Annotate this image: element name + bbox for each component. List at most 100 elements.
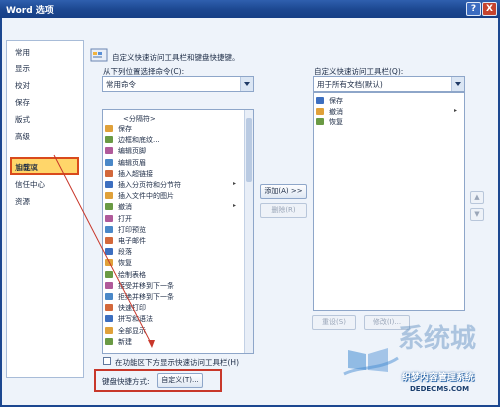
list-item-label: 快速打印 <box>118 304 146 313</box>
list-item[interactable]: 全部显示 <box>103 326 241 335</box>
list-item-separator[interactable]: <分隔符> <box>123 114 156 124</box>
list-item[interactable]: 接受并移到下一条 <box>103 281 241 290</box>
list-item-label: 边框和底纹... <box>118 136 160 145</box>
list-item[interactable]: 恢复 <box>314 117 462 126</box>
list-item[interactable]: 拼写和语法 <box>103 314 241 323</box>
title-bar: Word 选项 ? X <box>0 0 500 18</box>
nav-item-advanced[interactable]: 高级 <box>15 131 30 143</box>
undo-icon <box>105 203 113 211</box>
choose-commands-select[interactable]: 常用命令 <box>102 76 254 92</box>
hyperlink-icon <box>105 169 113 177</box>
list-item[interactable]: 插入分页符和分节符 ▸ <box>103 180 241 189</box>
list-item-label: 恢复 <box>329 118 343 126</box>
list-item[interactable]: 撤消 ▸ <box>103 202 241 211</box>
list-item[interactable]: 保存 <box>314 96 462 105</box>
list-item-label: 恢复 <box>118 259 132 268</box>
show-below-ribbon-checkbox[interactable] <box>103 357 111 365</box>
list-item-label: 打开 <box>118 214 132 223</box>
close-button[interactable]: X <box>482 2 497 16</box>
header-icon <box>105 158 113 166</box>
options-nav: 常用 显示 校对 保存 版式 高级 自定义 加载项 信任中心 资源 <box>6 40 84 378</box>
nav-item-trust[interactable]: 信任中心 <box>15 179 45 191</box>
chevron-down-icon <box>240 77 253 91</box>
list-item[interactable]: 编辑页脚 <box>103 146 241 155</box>
picture-icon <box>105 192 113 200</box>
page-break-icon <box>105 181 113 188</box>
list-item[interactable]: 绘制表格 <box>103 270 241 279</box>
accept-icon <box>105 281 113 289</box>
list-item[interactable]: 打开 <box>103 214 241 223</box>
quick-print-icon <box>105 304 113 312</box>
page-header: 自定义快速访问工具栏和键盘快捷键。 <box>112 53 240 62</box>
scroll-thumb[interactable] <box>246 118 252 182</box>
customize-toolbar-select[interactable]: 用于所有文档(默认) <box>313 76 465 92</box>
save-icon <box>316 97 324 104</box>
quick-access-list[interactable]: 保存撤消 ▸ 恢复 <box>313 92 465 311</box>
commands-list-scrollbar[interactable] <box>244 110 253 353</box>
list-item[interactable]: 编辑页眉 <box>103 158 241 167</box>
nav-item-general[interactable]: 常用 <box>15 47 30 59</box>
choose-commands-value: 常用命令 <box>106 80 136 89</box>
nav-item-display[interactable]: 显示 <box>15 63 30 75</box>
list-item-label: 段落 <box>118 248 132 257</box>
list-item[interactable]: 快速打印 <box>103 303 241 312</box>
list-item[interactable]: 撤消 ▸ <box>314 107 462 116</box>
spelling-icon <box>105 315 113 323</box>
print-preview-icon <box>105 225 113 233</box>
submenu-arrow-icon: ▸ <box>233 202 237 210</box>
border-icon <box>105 136 113 144</box>
email-icon <box>105 237 113 244</box>
watermark-url: DEDECMS.COM <box>410 385 470 393</box>
keyboard-shortcut-label: 键盘快捷方式: <box>102 377 150 386</box>
customize-shortcuts-button[interactable]: 自定义(T)... <box>157 373 203 388</box>
list-item-label: 全部显示 <box>118 326 146 335</box>
open-icon <box>105 214 113 222</box>
list-item-label: 编辑页脚 <box>118 147 146 156</box>
nav-item-save[interactable]: 保存 <box>15 97 30 109</box>
new-icon <box>105 337 113 345</box>
chevron-down-icon <box>451 77 464 91</box>
list-item[interactable]: 打印预览 <box>103 225 241 234</box>
nav-item-addins[interactable]: 加载项 <box>15 162 38 174</box>
list-item-label: 新建 <box>118 337 132 346</box>
list-item-label: 插入超链接 <box>118 169 153 178</box>
show-below-ribbon-label: 在功能区下方显示快速访问工具栏(H) <box>115 358 239 367</box>
list-item-label: 拒绝并移到下一条 <box>118 293 174 301</box>
footer-icon <box>105 147 113 155</box>
list-item[interactable]: 保存 <box>103 124 241 133</box>
list-item-label: 保存 <box>329 97 343 105</box>
redo-icon <box>316 118 324 125</box>
list-item-label: 电子邮件 <box>118 237 146 245</box>
nav-item-proofing[interactable]: 校对 <box>15 80 30 92</box>
undo-icon <box>316 107 324 115</box>
list-item[interactable]: 边框和底纹... <box>103 135 241 144</box>
customize-icon <box>90 48 108 62</box>
submenu-arrow-icon: ▸ <box>454 106 458 114</box>
list-item[interactable]: 插入文件中的图片 <box>103 191 241 200</box>
list-item[interactable]: 新建 <box>103 337 241 346</box>
window-title: Word 选项 <box>6 6 54 16</box>
draw-table-icon <box>105 270 113 278</box>
move-down-button[interactable]: ▼ <box>470 208 484 221</box>
list-item[interactable]: 段落 <box>103 247 241 256</box>
add-button[interactable]: 添加(A) >> <box>260 184 307 199</box>
move-up-button[interactable]: ▲ <box>470 191 484 204</box>
remove-button[interactable]: 删除(R) <box>260 203 307 218</box>
paragraph-icon <box>105 248 113 256</box>
list-item-label: 插入文件中的图片 <box>118 192 174 201</box>
list-item-label: 保存 <box>118 125 132 133</box>
list-item[interactable]: 拒绝并移到下一条 <box>103 292 241 301</box>
reject-icon <box>105 293 113 300</box>
list-item-label: 插入分页符和分节符 <box>118 181 181 189</box>
list-item-label: 拼写和语法 <box>118 315 153 324</box>
commands-list[interactable]: <分隔符> 保存 边框和底纹... 编辑页脚 编辑页眉 插入超链接 插入分页符和分节符 ▸ 插… <box>102 109 254 354</box>
list-item-label: 撤消 <box>329 107 343 116</box>
nav-item-resources[interactable]: 资源 <box>15 196 30 208</box>
nav-item-layout[interactable]: 版式 <box>15 114 30 126</box>
help-button[interactable]: ? <box>466 2 481 16</box>
list-item[interactable]: 恢复 <box>103 258 241 267</box>
reset-button[interactable]: 重设(S) <box>312 315 356 330</box>
list-item-label: 编辑页眉 <box>118 158 146 167</box>
list-item[interactable]: 电子邮件 <box>103 236 241 245</box>
list-item[interactable]: 插入超链接 <box>103 169 241 178</box>
